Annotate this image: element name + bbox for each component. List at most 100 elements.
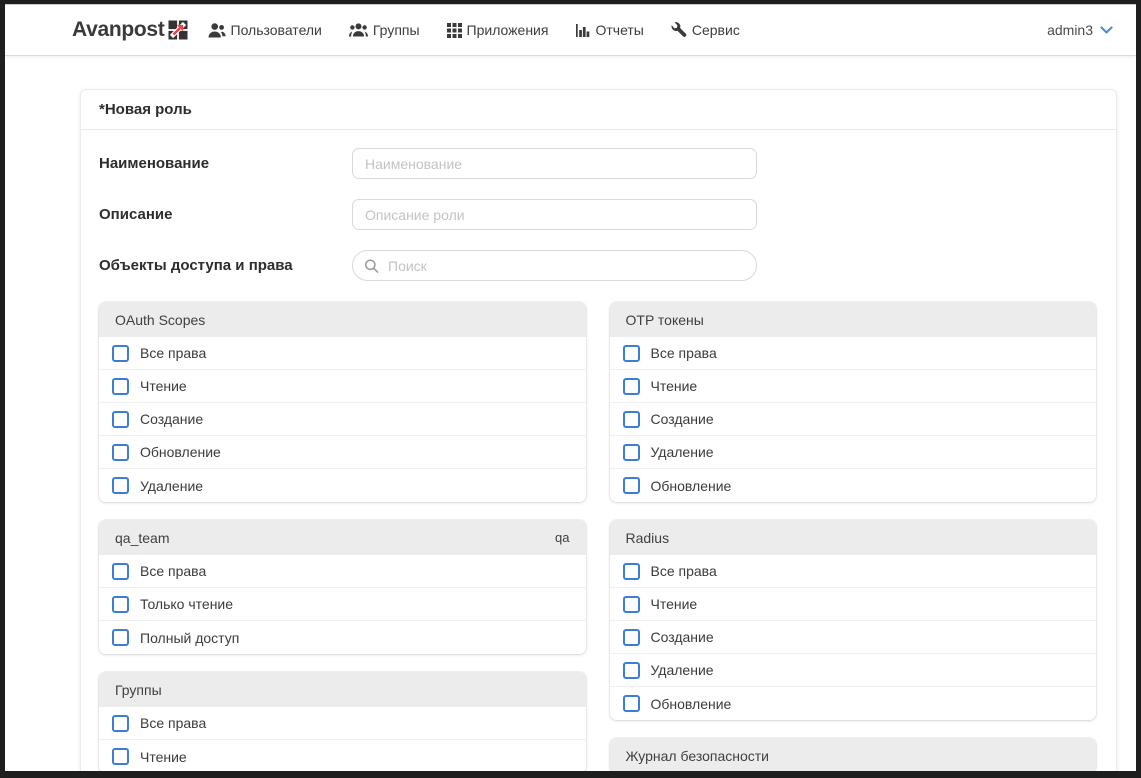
nav-label: Приложения [467,22,549,38]
nav-label: Группы [373,22,420,38]
permission-label: Только чтение [140,596,233,612]
panel-header: Группы [99,672,586,707]
permissions-panel: OTP токены Все права [610,302,1097,502]
search-wrap [352,250,757,281]
permission-row[interactable]: Создание [99,403,586,436]
permission-label: Создание [651,411,714,427]
permissions-grid: OAuth Scopes Все права [99,302,1096,773]
panel-rows: Все права Чтение [99,337,586,502]
panel-title: qa_team [115,530,169,546]
checkbox[interactable] [623,411,640,428]
permissions-column-left: OAuth Scopes Все права [99,302,586,773]
checkbox[interactable] [112,411,129,428]
panel-rows: Все права Чтение [610,337,1097,502]
description-label: Описание [99,206,352,223]
panel-header: OTP токены [610,302,1097,337]
checkbox[interactable] [112,563,129,580]
form-row-access: Объекты доступа и права [99,250,1096,281]
name-label: Наименование [99,155,352,172]
permission-row[interactable]: Обновление [610,687,1097,720]
checkbox[interactable] [623,444,640,461]
description-input[interactable] [352,199,757,230]
panel-title: OTP токены [626,312,704,328]
user-menu[interactable]: admin3 [1047,22,1113,38]
permission-label: Чтение [140,378,187,394]
checkbox[interactable] [623,477,640,494]
checkbox[interactable] [112,629,129,646]
permission-label: Чтение [651,378,698,394]
permission-row[interactable]: Обновление [99,436,586,469]
permission-label: Обновление [140,444,221,460]
panel-header: qa_team qa [99,520,586,555]
form-row-name: Наименование [99,148,1096,179]
permission-row[interactable]: Создание [610,403,1097,436]
card-title: *Новая роль [81,90,1116,130]
permission-row[interactable]: Все права [99,337,586,370]
permission-row[interactable]: Создание [610,621,1097,654]
card-body: Наименование Описание Объекты доступа и … [81,130,1116,778]
permissions-panel: Группы Все права [99,672,586,773]
nav-item-applications[interactable]: Приложения [447,22,549,38]
permission-row[interactable]: Удаление [610,654,1097,687]
panel-title: OAuth Scopes [115,312,205,328]
nav-label: Отчеты [595,22,643,38]
nav-item-reports[interactable]: Отчеты [575,22,643,38]
panel-header: Журнал безопасности [610,738,1097,773]
permission-row[interactable]: Все права [610,337,1097,370]
top-navbar: Avanpost [5,4,1136,56]
checkbox[interactable] [112,715,129,732]
permission-row[interactable]: Чтение [610,588,1097,621]
chevron-down-icon [1100,26,1113,35]
brand-logo[interactable]: Avanpost [72,18,188,42]
permission-label: Удаление [140,478,203,494]
checkbox[interactable] [112,378,129,395]
panel-header: Radius [610,520,1097,555]
brand-name: Avanpost [72,18,165,42]
name-input[interactable] [352,148,757,179]
permission-row[interactable]: Чтение [99,370,586,403]
permission-row[interactable]: Удаление [99,469,586,502]
checkbox[interactable] [623,629,640,646]
nav-item-service[interactable]: Сервис [671,22,740,38]
nav-label: Сервис [692,22,740,38]
form-row-description: Описание [99,199,1096,230]
permission-row[interactable]: Чтение [99,740,586,773]
permission-label: Создание [140,411,203,427]
app-window: Avanpost [0,0,1141,778]
panel-rows: Все права Чтение [610,555,1097,720]
permission-row[interactable]: Все права [99,707,586,740]
checkbox[interactable] [623,378,640,395]
nav-item-users[interactable]: Пользователи [208,22,322,38]
permission-row[interactable]: Удаление [610,436,1097,469]
permission-row[interactable]: Все права [610,555,1097,588]
checkbox[interactable] [112,477,129,494]
user-icon [208,23,226,38]
permission-row[interactable]: Все права [99,555,586,588]
checkbox[interactable] [623,596,640,613]
permission-label: Все права [140,345,206,361]
permission-row[interactable]: Полный доступ [99,621,586,654]
nav-item-groups[interactable]: Группы [349,22,420,38]
permission-label: Обновление [651,478,732,494]
permission-row[interactable]: Чтение [610,370,1097,403]
username: admin3 [1047,22,1093,38]
permission-label: Чтение [651,596,698,612]
checkbox[interactable] [623,662,640,679]
checkbox[interactable] [623,563,640,580]
main-nav: Пользователи Группы [208,22,740,38]
checkbox[interactable] [623,345,640,362]
permission-row[interactable]: Обновление [610,469,1097,502]
search-input[interactable] [352,250,757,281]
checkbox[interactable] [623,695,640,712]
access-objects-label: Объекты доступа и права [99,257,352,274]
nav-label: Пользователи [231,22,322,38]
wrench-icon [671,22,687,38]
permissions-panel: Radius Все права [610,520,1097,720]
checkbox[interactable] [112,748,129,765]
checkbox[interactable] [112,444,129,461]
permission-label: Все права [651,345,717,361]
permissions-column-right: OTP токены Все права [610,302,1097,773]
checkbox[interactable] [112,345,129,362]
checkbox[interactable] [112,596,129,613]
permission-row[interactable]: Только чтение [99,588,586,621]
